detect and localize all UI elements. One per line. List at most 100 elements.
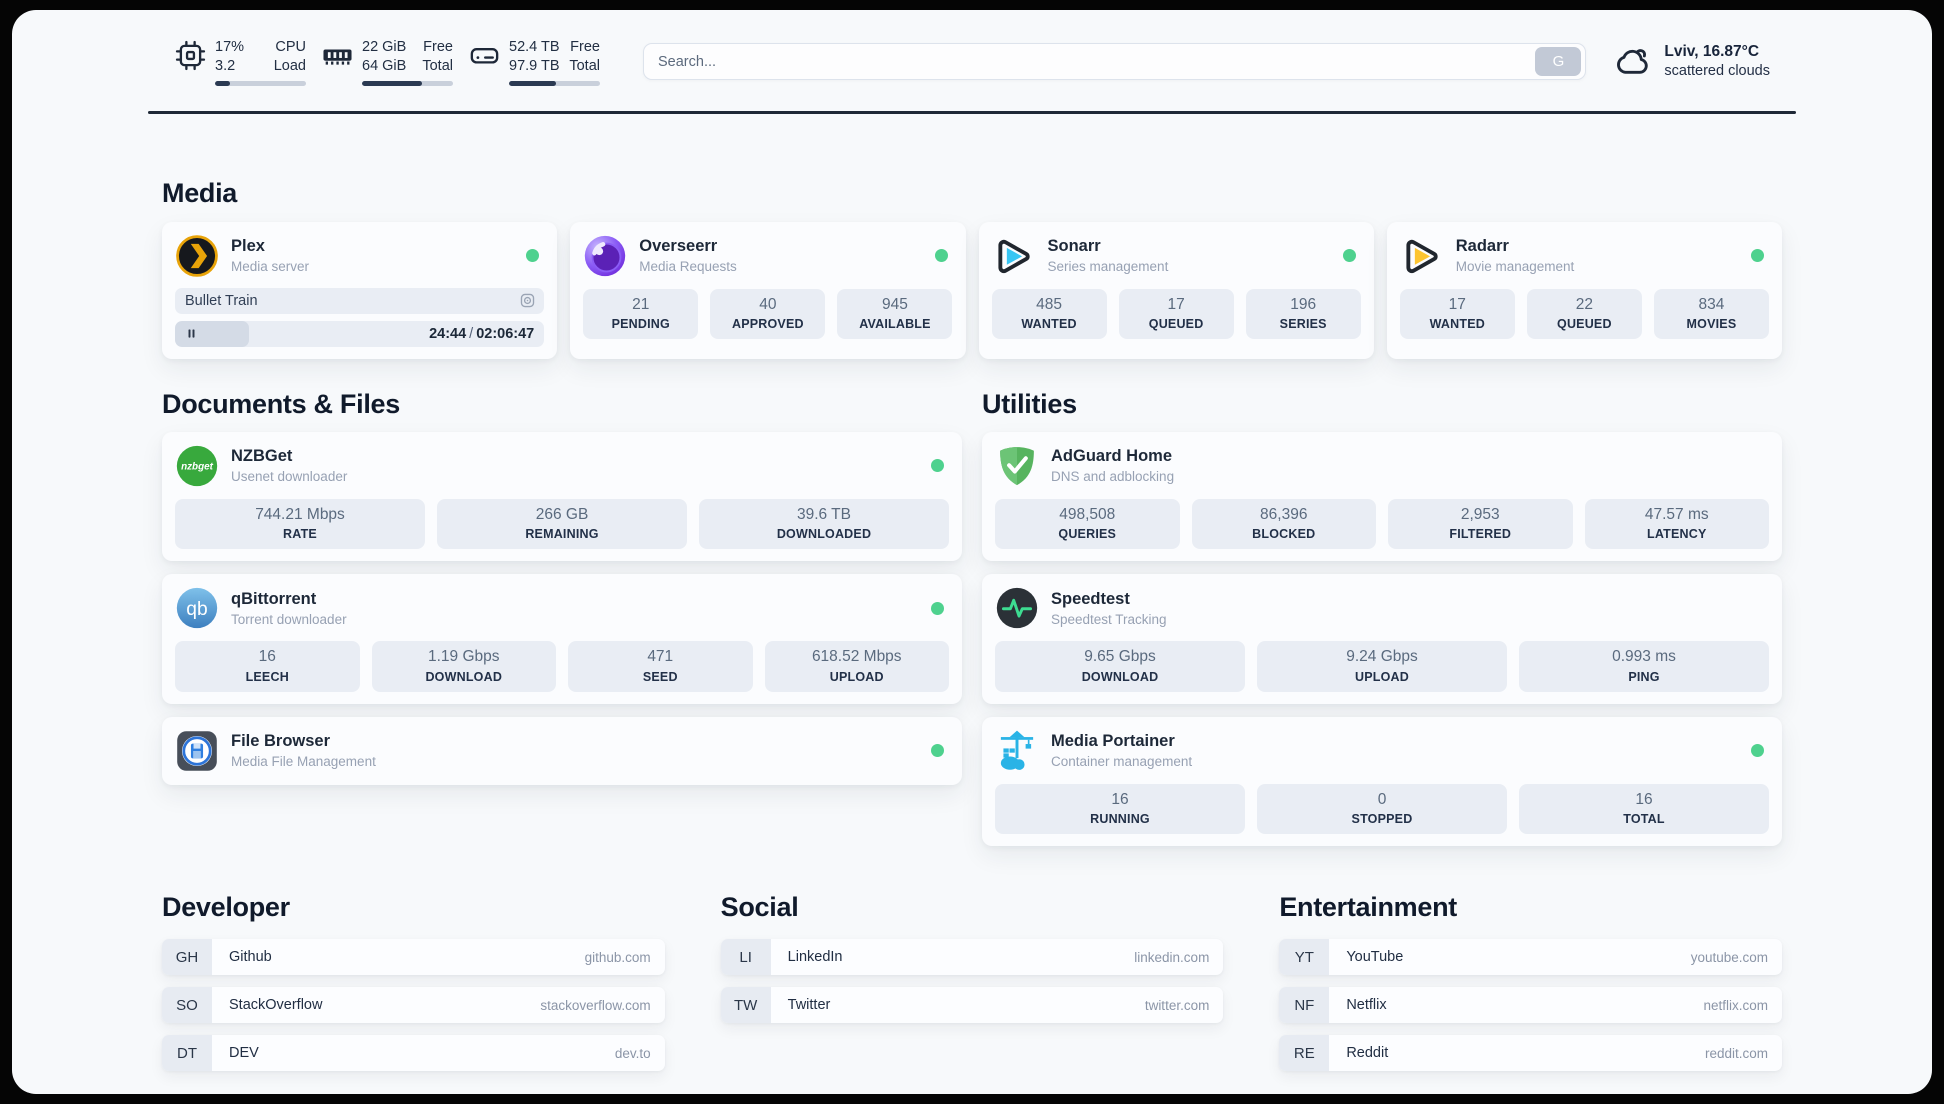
service-subtitle: Torrent downloader [231,611,347,627]
stat-label: QUEUED [1148,317,1204,332]
stat-label: LATENCY [1647,527,1707,542]
system-stat-row: 22 GiB Free [362,38,453,57]
bookmark-twitter[interactable]: TW Twitter twitter.com [720,987,1224,1024]
sonarr-icon [992,234,1036,278]
service-card-overseerr[interactable]: Overseerr Media Requests 21 PENDING 40 APPROV… [570,221,966,359]
service-card-header: Radarr Movie management [1400,234,1769,278]
service-card-portainer[interactable]: Media Portainer Container management 16 RUN… [982,716,1782,847]
bookmark-netflix[interactable]: NF Netflix netflix.com [1279,987,1782,1024]
usage-progress-fill [362,80,423,86]
bookmark-abbr: NF [1279,987,1330,1024]
stat-value: 485 [1036,295,1062,313]
service-card-speedtest[interactable]: Speedtest Speedtest Tracking 9.65 Gbps DOWN… [982,574,1782,704]
stat-label: LEECH [245,669,289,684]
service-card-qbittorrent[interactable]: qb qBittorrent Torrent downloader 16 LEECH 1.… [162,574,962,704]
search-engine-button[interactable]: G [1535,47,1582,77]
stat-label: RATE [283,527,317,542]
session-icon [519,292,536,309]
bookmark-url: dev.to [614,1045,651,1061]
qbittorrent-icon: qb [175,586,219,630]
bookmark-label: Github [229,949,272,966]
system-stat-row: 64 GiB Total [362,57,453,76]
playback-progressbar: 24:44/02:06:47 [175,320,545,347]
bookmark-label: StackOverflow [229,997,323,1014]
service-name: Radarr [1455,237,1509,256]
dashboard-page: 17% CPU 3.2 Load 22 GiB Free 64 GiB Total 52.4 T… [12,10,1932,1094]
bookmark-dev[interactable]: DT DEV dev.to [162,1035,665,1072]
stat-value: 2,953 [1460,505,1500,523]
stat-value: 16 [1635,790,1653,808]
service-card-filebrowser[interactable]: File Browser Media File Management [162,716,962,785]
stat-value: 266 GB [535,505,589,523]
stat-value: 0 [1377,790,1387,808]
service-titles: Radarr Movie management [1456,236,1575,275]
bookmark-url: github.com [584,949,651,965]
stat-approved: 40 APPROVED [710,288,826,340]
service-card-header: Speedtest Speedtest Tracking [995,586,1769,630]
stats-row: 17 WANTED 22 QUEUED 834 MOVIES [1399,288,1769,340]
stat-label: Total [422,57,453,74]
bookmark-url: netflix.com [1703,997,1768,1013]
system-stat-memory: 22 GiB Free 64 GiB Total [321,38,453,86]
stat-available: 945 AVAILABLE [837,288,953,340]
weather-widget[interactable]: Lviv, 16.87°C scattered clouds [1614,42,1770,81]
service-card-nzbget[interactable]: nzbget NZBGet Usenet downloader 744.21 Mbps… [162,431,962,562]
system-stats-group: 17% CPU 3.2 Load 22 GiB Free 64 GiB Total 52.4 T… [174,38,615,86]
status-dot-online [931,744,944,758]
bookmark-label: LinkedIn [787,949,843,966]
bookmark-github[interactable]: GH Github github.com [162,939,665,976]
bookmark-abbr: GH [162,939,212,976]
service-titles: File Browser Media File Management [231,731,376,770]
stat-latency: 47.57 ms LATENCY [1584,498,1769,550]
dashboard-content: 17% CPU 3.2 Load 22 GiB Free 64 GiB Total 52.4 T… [12,10,1932,1094]
stat-value: 498,508 [1059,505,1116,523]
stat-seed: 471 SEED [568,641,753,692]
adguard-icon [995,444,1039,488]
stat-label: WANTED [1021,317,1077,332]
stats-row: 485 WANTED 17 QUEUED 196 SERIES [991,288,1361,340]
stat-value: 64 GiB [362,57,407,74]
bookmark-label: Netflix [1346,997,1387,1014]
stat-value: 40 [759,295,777,313]
service-name: NZBGet [231,447,293,466]
service-card-header: AdGuard Home DNS and adblocking [995,444,1769,488]
service-card-header: Media Portainer Container management [995,729,1769,773]
search-bar[interactable]: G [643,43,1587,81]
stat-value: 3.2 [215,57,236,74]
stat-wanted: 17 WANTED [1399,288,1515,340]
bookmark-label: Twitter [787,997,831,1014]
stat-running: 16 RUNNING [995,783,1245,835]
stat-label: UPLOAD [1355,669,1409,684]
service-card-radarr[interactable]: Radarr Movie management 17 WANTED 22 QUEUED 83… [1386,221,1782,359]
svg-text:nzbget: nzbget [181,461,214,472]
service-subtitle: DNS and adblocking [1051,468,1175,484]
stat-label: MOVIES [1686,317,1737,332]
stat-label: QUEUED [1557,317,1612,332]
bookmark-abbr: TW [720,987,771,1024]
stats-row: 744.21 Mbps RATE 266 GB REMAINING 39.6 TB DOW… [175,498,949,550]
stats-row: 498,508 QUERIES 86,396 BLOCKED 2,953 FILTERED… [995,498,1769,550]
bookmark-stackoverflow[interactable]: SO StackOverflow stackoverflow.com [162,987,665,1024]
stat-upload: 9.24 Gbps UPLOAD [1257,641,1507,692]
service-card-adguard[interactable]: AdGuard Home DNS and adblocking 498,508 QUE… [982,431,1782,562]
utilities-card-stack: AdGuard Home DNS and adblocking 498,508 QUE… [982,431,1782,847]
stats-row: 16 LEECH 1.19 Gbps DOWNLOAD 471 SEED 618.52 Mb… [175,641,949,692]
search-input[interactable] [658,53,1536,70]
stat-label: DOWNLOAD [1081,669,1159,684]
media-grid: Plex Media server Bullet Train 24:44/02:06:… [162,221,1782,359]
stat-ping: 0.993 ms PING [1519,641,1769,692]
bookmark-reddit[interactable]: RE Reddit reddit.com [1279,1035,1782,1072]
service-name: Overseerr [639,237,718,256]
bookmark-linkedin[interactable]: LI LinkedIn linkedin.com [720,939,1224,976]
stat-value: 39.6 TB [796,505,851,523]
stat-label: Free [423,39,453,55]
weather-location-temp: Lviv, 16.87°C [1664,43,1760,61]
service-card-sonarr[interactable]: Sonarr Series management 485 WANTED 17 QUEUED… [978,221,1374,359]
service-name: File Browser [231,732,331,751]
bookmark-youtube[interactable]: YT YouTube youtube.com [1279,939,1782,976]
overseerr-icon [583,234,627,278]
system-stat-cpu: 17% CPU 3.2 Load [174,38,306,86]
service-card-plex[interactable]: Plex Media server Bullet Train 24:44/02:06:… [162,221,558,359]
stat-label: BLOCKED [1252,527,1316,542]
service-subtitle: Container management [1051,754,1193,770]
